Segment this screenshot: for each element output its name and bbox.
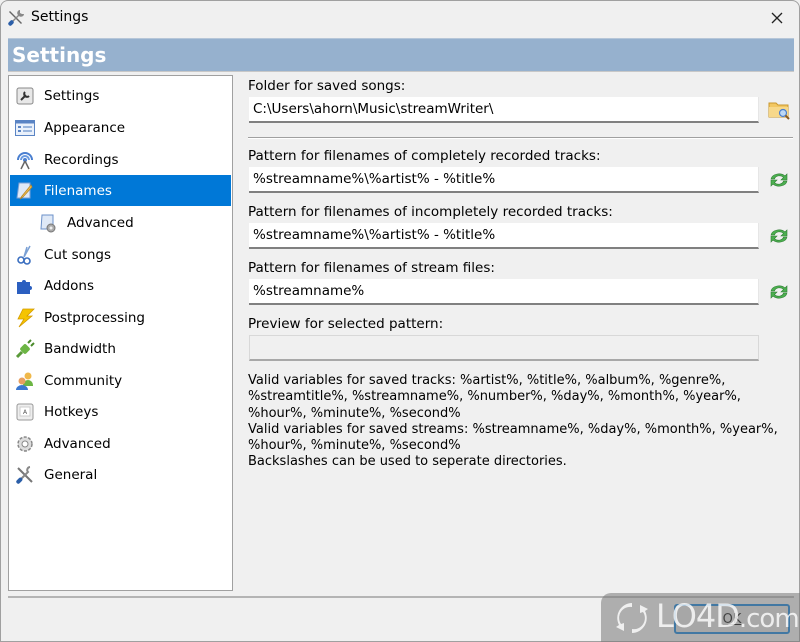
reset-stream-pattern-button[interactable]	[767, 280, 791, 304]
stream-pattern-input[interactable]: %streamname%	[249, 279, 759, 305]
appearance-form-icon	[15, 118, 35, 138]
refresh-icon	[770, 285, 788, 299]
help-text: Valid variables for saved tracks: %artis…	[248, 373, 793, 471]
tree-item-hotkeys[interactable]: A Hotkeys	[10, 396, 231, 427]
keyboard-key-icon: A	[15, 402, 35, 422]
tree-item-appearance[interactable]: Appearance	[10, 112, 231, 143]
refresh-icon	[770, 229, 788, 243]
tree-item-label: Filenames	[44, 182, 112, 199]
help-line: Valid variables for saved streams: %stre…	[248, 421, 778, 437]
help-line: %hour%, %minute%, %second%	[248, 438, 461, 454]
tree-item-label: Appearance	[44, 119, 126, 136]
reset-incomplete-pattern-button[interactable]	[767, 224, 791, 248]
folder-search-icon	[768, 102, 790, 120]
folder-input[interactable]: C:\Users\ahorn\Music\streamWriter\	[249, 97, 759, 123]
close-button[interactable]	[761, 3, 793, 33]
tree-item-label: Advanced	[44, 435, 111, 452]
section-divider	[248, 137, 793, 139]
help-line: %streamtitle%, %streamname%, %number%, %…	[248, 389, 741, 405]
help-line: %hour%, %minute%, %second%	[248, 405, 461, 421]
tree-item-advanced[interactable]: Advanced	[10, 428, 231, 459]
settings-tree[interactable]: Settings Appearance Recordings Filenames…	[8, 75, 233, 591]
refresh-icon	[770, 173, 788, 187]
browse-folder-button[interactable]	[767, 98, 791, 122]
tree-item-settings[interactable]: Settings	[10, 80, 231, 111]
footer-divider	[8, 596, 794, 598]
tree-item-recordings[interactable]: Recordings	[10, 144, 231, 175]
filenames-panel: Folder for saved songs: C:\Users\ahorn\M…	[248, 75, 793, 591]
help-line: Backslashes can be used to seperate dire…	[248, 454, 567, 470]
incomplete-pattern-input[interactable]: %streamname%\%artist% - %title%	[249, 223, 759, 249]
tree-item-filenames-advanced[interactable]: Advanced	[10, 207, 231, 238]
help-line: Valid variables for saved tracks: %artis…	[248, 373, 726, 388]
document-gear-icon	[38, 213, 58, 233]
complete-pattern-label: Pattern for filenames of completely reco…	[248, 148, 601, 164]
tree-item-label: Hotkeys	[44, 403, 99, 420]
tree-item-label: Cut songs	[44, 246, 112, 263]
pencil-document-icon	[15, 181, 35, 201]
scissors-icon	[15, 245, 35, 265]
gear-icon	[15, 434, 35, 454]
preview-field	[249, 335, 759, 361]
tree-item-cut-songs[interactable]: Cut songs	[10, 239, 231, 270]
tree-item-label: Community	[44, 372, 123, 389]
puzzle-icon	[15, 276, 35, 296]
banner-title: Settings	[12, 43, 107, 67]
preview-label: Preview for selected pattern:	[248, 316, 444, 332]
ok-button[interactable]: OK	[674, 604, 790, 634]
incomplete-pattern-label: Pattern for filenames of incompletely re…	[248, 204, 613, 220]
users-icon	[15, 371, 35, 391]
complete-pattern-input[interactable]: %streamname%\%artist% - %title%	[249, 167, 759, 193]
broadcast-antenna-icon	[15, 150, 35, 170]
tree-item-label: Recordings	[44, 151, 119, 168]
tools-icon	[7, 9, 25, 27]
folder-label: Folder for saved songs:	[248, 78, 406, 94]
tree-item-general[interactable]: General	[10, 459, 231, 490]
close-icon	[771, 12, 783, 24]
tree-item-label: Bandwidth	[44, 340, 116, 357]
watermark-logo-icon	[616, 603, 648, 633]
tree-item-bandwidth[interactable]: Bandwidth	[10, 333, 231, 364]
tree-item-filenames[interactable]: Filenames	[10, 175, 231, 206]
tree-item-community[interactable]: Community	[10, 365, 231, 396]
tree-item-postprocessing[interactable]: Postprocessing	[10, 302, 231, 333]
tree-item-addons[interactable]: Addons	[10, 270, 231, 301]
reset-complete-pattern-button[interactable]	[767, 168, 791, 192]
ok-button-label: OK	[722, 611, 742, 627]
tree-item-label: Settings	[44, 87, 100, 104]
tree-item-label: General	[44, 466, 98, 483]
settings-wrench-icon	[15, 86, 35, 106]
stream-pattern-label: Pattern for filenames of stream files:	[248, 260, 495, 276]
settings-window: Settings Settings Settings Appearance Re…	[0, 0, 800, 642]
title-bar: Settings	[1, 1, 799, 35]
tree-item-label: Addons	[44, 277, 94, 294]
plug-icon	[15, 338, 35, 359]
tools-icon	[15, 465, 35, 485]
settings-banner: Settings	[8, 38, 794, 72]
lightning-icon	[15, 308, 35, 328]
tree-item-label: Postprocessing	[44, 309, 145, 326]
window-title: Settings	[31, 9, 89, 25]
tree-item-label: Advanced	[67, 214, 134, 231]
